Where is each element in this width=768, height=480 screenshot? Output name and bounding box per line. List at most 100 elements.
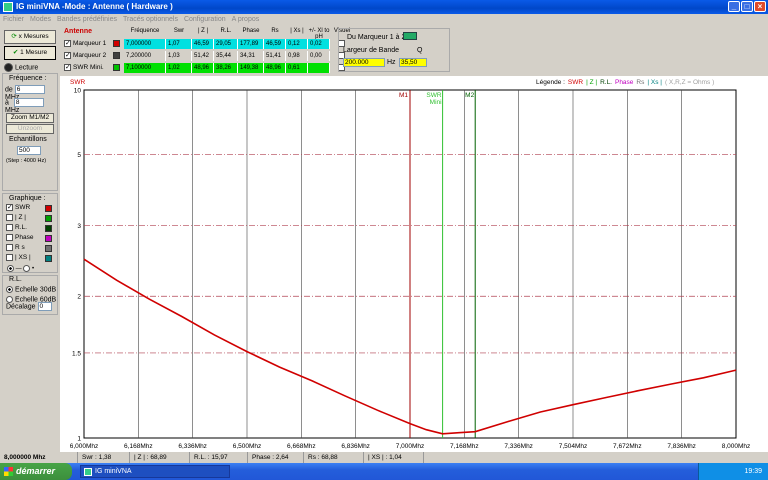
swr-chart: 6,000Mhz 6,168Mhz 6,336Mhz 6,500Mhz 6,668Mhz… xyxy=(70,88,751,451)
q-label: Q xyxy=(417,47,423,54)
graph-item-label: R.L. xyxy=(15,224,27,232)
x-tick-label: 7,336Mhz xyxy=(504,443,533,450)
line-style-dot-radio[interactable] xyxy=(23,265,31,272)
menu-modes[interactable]: Modes xyxy=(27,14,54,25)
lecture-label: Lecture xyxy=(14,64,39,72)
graph-item-color-swatch[interactable] xyxy=(45,215,52,222)
table-cell: 0,98 xyxy=(286,50,308,61)
x-mesures-button[interactable]: ⟳ x Mesures xyxy=(4,30,56,44)
y-tick-label: 2 xyxy=(77,294,81,301)
decalage-input[interactable]: 0 xyxy=(37,302,52,311)
x-tick-label: 6,336Mhz xyxy=(178,443,207,450)
clock: 19:39 xyxy=(744,468,762,475)
marker-enable-checkbox[interactable]: ✓ xyxy=(64,52,71,59)
rl-label: R.L. xyxy=(9,276,22,283)
status-freq: 8,000000 Mhz xyxy=(0,452,78,463)
lecture-toggle[interactable]: Lecture xyxy=(4,63,38,72)
marker-color-swatch[interactable] xyxy=(113,52,120,59)
hz-label: Hz xyxy=(387,59,396,66)
table-cell: 1,02 xyxy=(166,62,192,73)
x-tick-label: 6,168Mhz xyxy=(124,443,153,450)
echelle-30-radio[interactable] xyxy=(6,286,13,293)
graph-item[interactable]: Phase xyxy=(6,234,56,243)
largeur-label: Largeur de Bande xyxy=(343,47,400,54)
maximize-button[interactable]: □ xyxy=(741,1,753,12)
start-button[interactable]: démarrer xyxy=(0,463,72,480)
y-tick-label: 3 xyxy=(77,223,81,230)
graph-item[interactable]: | Z | xyxy=(6,214,56,223)
x-tick-label: 7,504Mhz xyxy=(559,443,588,450)
graph-item-color-swatch[interactable] xyxy=(45,235,52,242)
y-tick-label: 1.5 xyxy=(72,350,81,357)
minimize-button[interactable]: _ xyxy=(728,1,740,12)
table-cell: 35,44 xyxy=(214,50,238,61)
table-cell: 29,05 xyxy=(214,38,238,49)
menu-configuration[interactable]: Configuration xyxy=(181,14,229,25)
status-xs: | XS | : 1,04 xyxy=(364,452,424,463)
table-cell: 0,12 xyxy=(286,38,308,49)
freq-end-input[interactable]: 8 xyxy=(13,98,44,107)
graph-item-color-swatch[interactable] xyxy=(45,245,52,252)
x-tick-label: 7,168Mhz xyxy=(450,443,479,450)
x-tick-label: 8,000Mhz xyxy=(722,443,751,450)
zoom-button[interactable]: Zoom M1/M2 xyxy=(6,113,54,123)
graph-item-label: R s xyxy=(15,244,25,252)
table-cell: 7,200000 xyxy=(124,50,166,61)
menu-bandes[interactable]: Bandes prédéfinies xyxy=(54,14,120,25)
frequence-label: Fréquence : xyxy=(9,75,47,82)
graph-item-color-swatch[interactable] xyxy=(45,205,52,212)
marker-color-swatch[interactable] xyxy=(113,64,120,71)
graph-item-checkbox[interactable] xyxy=(6,244,13,251)
close-button[interactable]: × xyxy=(754,1,766,12)
step-text: (Step : 4000 Hz) xyxy=(6,158,47,164)
table-cell: 34,31 xyxy=(238,50,264,61)
graph-item-checkbox[interactable] xyxy=(6,214,13,221)
graph-item[interactable]: R.L. xyxy=(6,224,56,233)
marker-swr-label: SWR xyxy=(426,92,441,99)
menu-traces[interactable]: Tracés optionnels xyxy=(120,14,181,25)
graph-item[interactable]: ✓ SWR xyxy=(6,204,56,213)
table-cell: 7,100000 xyxy=(124,62,166,73)
lecture-radio[interactable] xyxy=(4,63,13,72)
menu-apropos[interactable]: A propos xyxy=(229,14,263,25)
frequence-group: Fréquence : de 6 MHz à 8 MHz Zoom M1/M2 … xyxy=(2,73,58,191)
echantillons-input[interactable]: 500 xyxy=(17,146,41,155)
marker-values: 7,100000 1,02 48,96 38,26 149,38 48,96 0,61 xyxy=(124,62,330,73)
bandwidth-group: Du Marqueur 1 à 2 Largeur de Bande Q 200… xyxy=(338,28,450,72)
graph-item-color-swatch[interactable] xyxy=(45,225,52,232)
graph-item[interactable]: | XS | xyxy=(6,254,56,263)
calculator-button[interactable] xyxy=(403,32,417,40)
une-mesure-button[interactable]: ✔ 1 Mesure xyxy=(4,46,56,60)
marker-row: ✓ Marqueur 1 7,000000 1,07 46,59 29,05 177,89 4… xyxy=(64,38,345,49)
line-style-solid-radio[interactable] xyxy=(7,265,14,272)
x-tick-label: 7,672Mhz xyxy=(613,443,642,450)
graph-item[interactable]: R s xyxy=(6,244,56,253)
table-cell: 7,000000 xyxy=(124,38,166,49)
graph-item-color-swatch[interactable] xyxy=(45,255,52,262)
check-icon: ✔ xyxy=(12,49,19,56)
graph-item-label: Phase xyxy=(15,234,34,242)
table-cell: 149,38 xyxy=(238,62,264,73)
status-rl: R.L. : 15,97 xyxy=(190,452,248,463)
decalage-row: Décalage 0 xyxy=(6,302,52,311)
graph-item-checkbox[interactable]: ✓ xyxy=(6,204,13,211)
menu-fichier[interactable]: Fichier xyxy=(0,14,27,25)
line-style-selector[interactable]: ― • xyxy=(7,265,34,272)
marker-enable-checkbox[interactable]: ✓ xyxy=(64,64,71,71)
status-bar: 8,000000 Mhz Swr : 1,38 | Z | : 68,89 R.… xyxy=(0,452,768,463)
freq-start-input[interactable]: 6 xyxy=(14,85,45,94)
marker-color-swatch[interactable] xyxy=(113,40,120,47)
x-tick-label: 6,500Mhz xyxy=(233,443,262,450)
unzoom-button[interactable]: Unzoom xyxy=(6,124,54,134)
echantillons-label: Echantillons xyxy=(9,136,47,143)
graph-item-checkbox[interactable] xyxy=(6,234,13,241)
windows-flag-icon xyxy=(4,467,13,476)
taskbar-app-button[interactable]: IG miniVNA xyxy=(80,465,230,478)
table-cell: 0,02 xyxy=(308,38,330,49)
title-bar: IG miniVNA -Mode : Antenne ( Hardware ) … xyxy=(0,0,768,14)
graph-item-checkbox[interactable] xyxy=(6,254,13,261)
echelle-30-option[interactable]: Echelle 30dB xyxy=(6,286,56,293)
table-cell: 46,59 xyxy=(264,38,286,49)
marker-enable-checkbox[interactable]: ✓ xyxy=(64,40,71,47)
graph-item-checkbox[interactable] xyxy=(6,224,13,231)
